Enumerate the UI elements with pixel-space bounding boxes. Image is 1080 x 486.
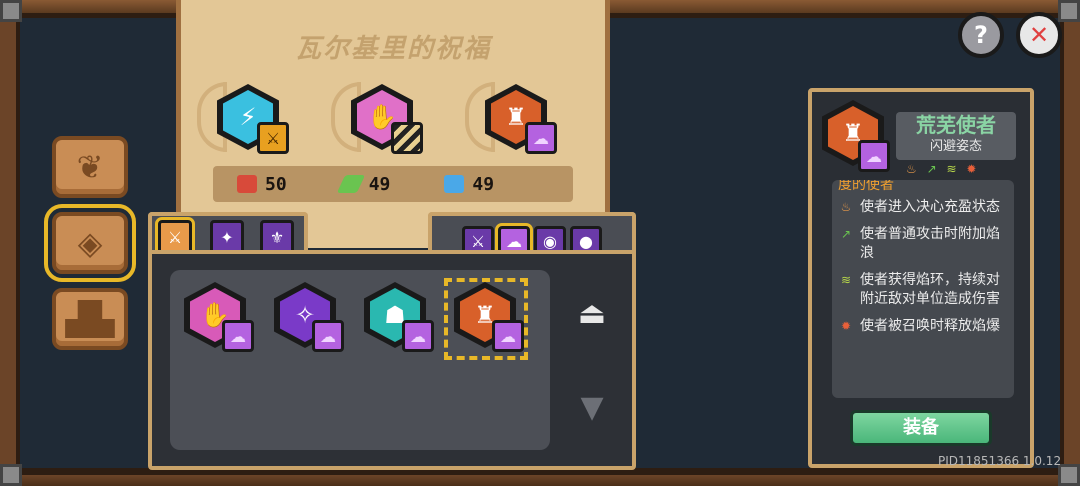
cloud-icon: ☁ [506,231,522,251]
stat-value: 50 [265,173,287,195]
question-icon: ? [974,21,988,49]
flame-icon: ♨ [906,162,920,176]
burst-icon: ✹ [840,319,852,333]
blue-book-icon [444,175,465,193]
tab-weapon[interactable]: ⚔ [155,217,195,257]
frame-corner [0,0,22,22]
purple-cloud-badge-icon: ☁ [402,320,434,352]
rune-item-1[interactable]: ✋ ☁ [184,282,262,358]
effect-text: 使者获得焰环，持续对附近敌对单位造成伤害 [860,272,1000,307]
rune-name: 荒芜使者 [916,113,996,137]
scroll-up-button[interactable]: ⏏ [574,296,610,331]
purple-cloud-badge-icon: ☁ [222,320,254,352]
effect-text: 使者被召唤时释放焰爆 [860,318,1000,334]
stat-value: 49 [472,173,495,195]
purple-cloud-badge-icon: ☁ [525,122,557,154]
blessing-title: 瓦尔基里的祝福 [294,34,491,64]
purple-cloud-badge-icon: ☁ [492,320,524,352]
red-gem-icon [237,175,257,193]
equip-button[interactable]: 装备 [850,410,992,446]
wave-icon: ≋ [840,273,852,287]
crest-icon: ⚜ [269,227,285,247]
filter-tabs [428,212,636,254]
close-icon: ✕ [1028,21,1050,49]
purple-cloud-badge-icon: ☁ [312,320,344,352]
diamond-icon: ◈ [77,224,103,262]
rune-item-4[interactable]: ♜ ☁ [454,282,532,358]
orb-icon: ● [579,231,593,251]
rune-item-2[interactable]: ✧ ☁ [274,282,352,358]
wave-icon: ≋ [946,162,960,176]
swirl-icon: ◉ [543,231,557,251]
effect-icon-row: ♨ ↗ ≋ ✹ [906,162,979,176]
stat-red: 50 [237,174,287,195]
striped-badge-icon [391,122,423,154]
sword-icon: ⚔ [167,227,183,247]
stat-value: 49 [368,173,391,195]
sword-badge-icon: ⚔ [257,122,289,154]
side-tab-podium[interactable]: ▟▙ [52,288,128,350]
effect-text: 使者进入决心充盈状态 [860,199,1000,215]
stat-blue: 49 [444,174,494,195]
purple-cloud-badge-icon: ☁ [858,140,890,172]
rune-subtitle: 闪避姿态 [929,139,982,154]
star-icon: ✦ [220,227,234,247]
rune-item-3[interactable]: ☗ ☁ [364,282,442,358]
blessing-slot-1[interactable]: ⚡ ⚔ [197,76,297,172]
stats-bar: 50 49 49 [213,166,573,202]
stat-green: 49 [336,173,391,195]
effect-text: 使者普通攻击时附加焰浪 [860,226,1000,261]
frame-corner [1058,464,1080,486]
frame-corner [0,464,22,486]
help-button[interactable]: ? [958,12,1004,58]
green-leaf-icon [336,175,365,193]
rune-name-box: 荒芜使者 闪避姿态 [896,112,1016,160]
blessing-slot-3[interactable]: ♜ ☁ [465,76,565,172]
flame-icon: ♨ [840,200,852,214]
blessing-slot-2[interactable]: ✋ [331,76,431,172]
burst-icon: ✹ [966,162,980,176]
tab-crest[interactable]: ⚜ [260,220,294,254]
scroll-down-button[interactable]: ▼ [574,390,610,425]
description-box[interactable]: 度的使者 ♨ 使者进入决心充盈状态 ↗ 使者普通攻击时附加焰浪 ≋ 使者获得焰环… [832,180,1014,398]
effect-item: ✹ 使者被召唤时释放焰爆 [832,313,1014,340]
blade-icon: ⚔ [470,231,486,251]
frame-bottom-strip [0,472,1080,486]
effect-item: ♨ 使者进入决心充盈状态 [832,194,1014,221]
side-tab-leaf[interactable]: ❦ [52,136,128,198]
description-heading: 度的使者 [838,180,894,193]
version-label: PID11851366 1.0.12 [938,454,1062,468]
effect-item: ≋ 使者获得焰环，持续对附近敌对单位造成伤害 [832,267,1014,313]
blessing-scroll: 瓦尔基里的祝福 ⚡ ⚔ ✋ ♜ ☁ 50 49 49 [176,0,610,248]
close-button[interactable]: ✕ [1016,12,1062,58]
leaf-icon: ❦ [76,148,104,186]
side-tab-rune[interactable]: ◈ [44,204,136,282]
arrow-icon: ↗ [926,162,940,176]
frame-corner [1058,0,1080,22]
podium-icon: ▟▙ [65,300,115,338]
effect-item: ↗ 使者普通攻击时附加焰浪 [832,221,1014,267]
arrow-icon: ↗ [840,227,852,241]
tab-star[interactable]: ✦ [210,220,244,254]
